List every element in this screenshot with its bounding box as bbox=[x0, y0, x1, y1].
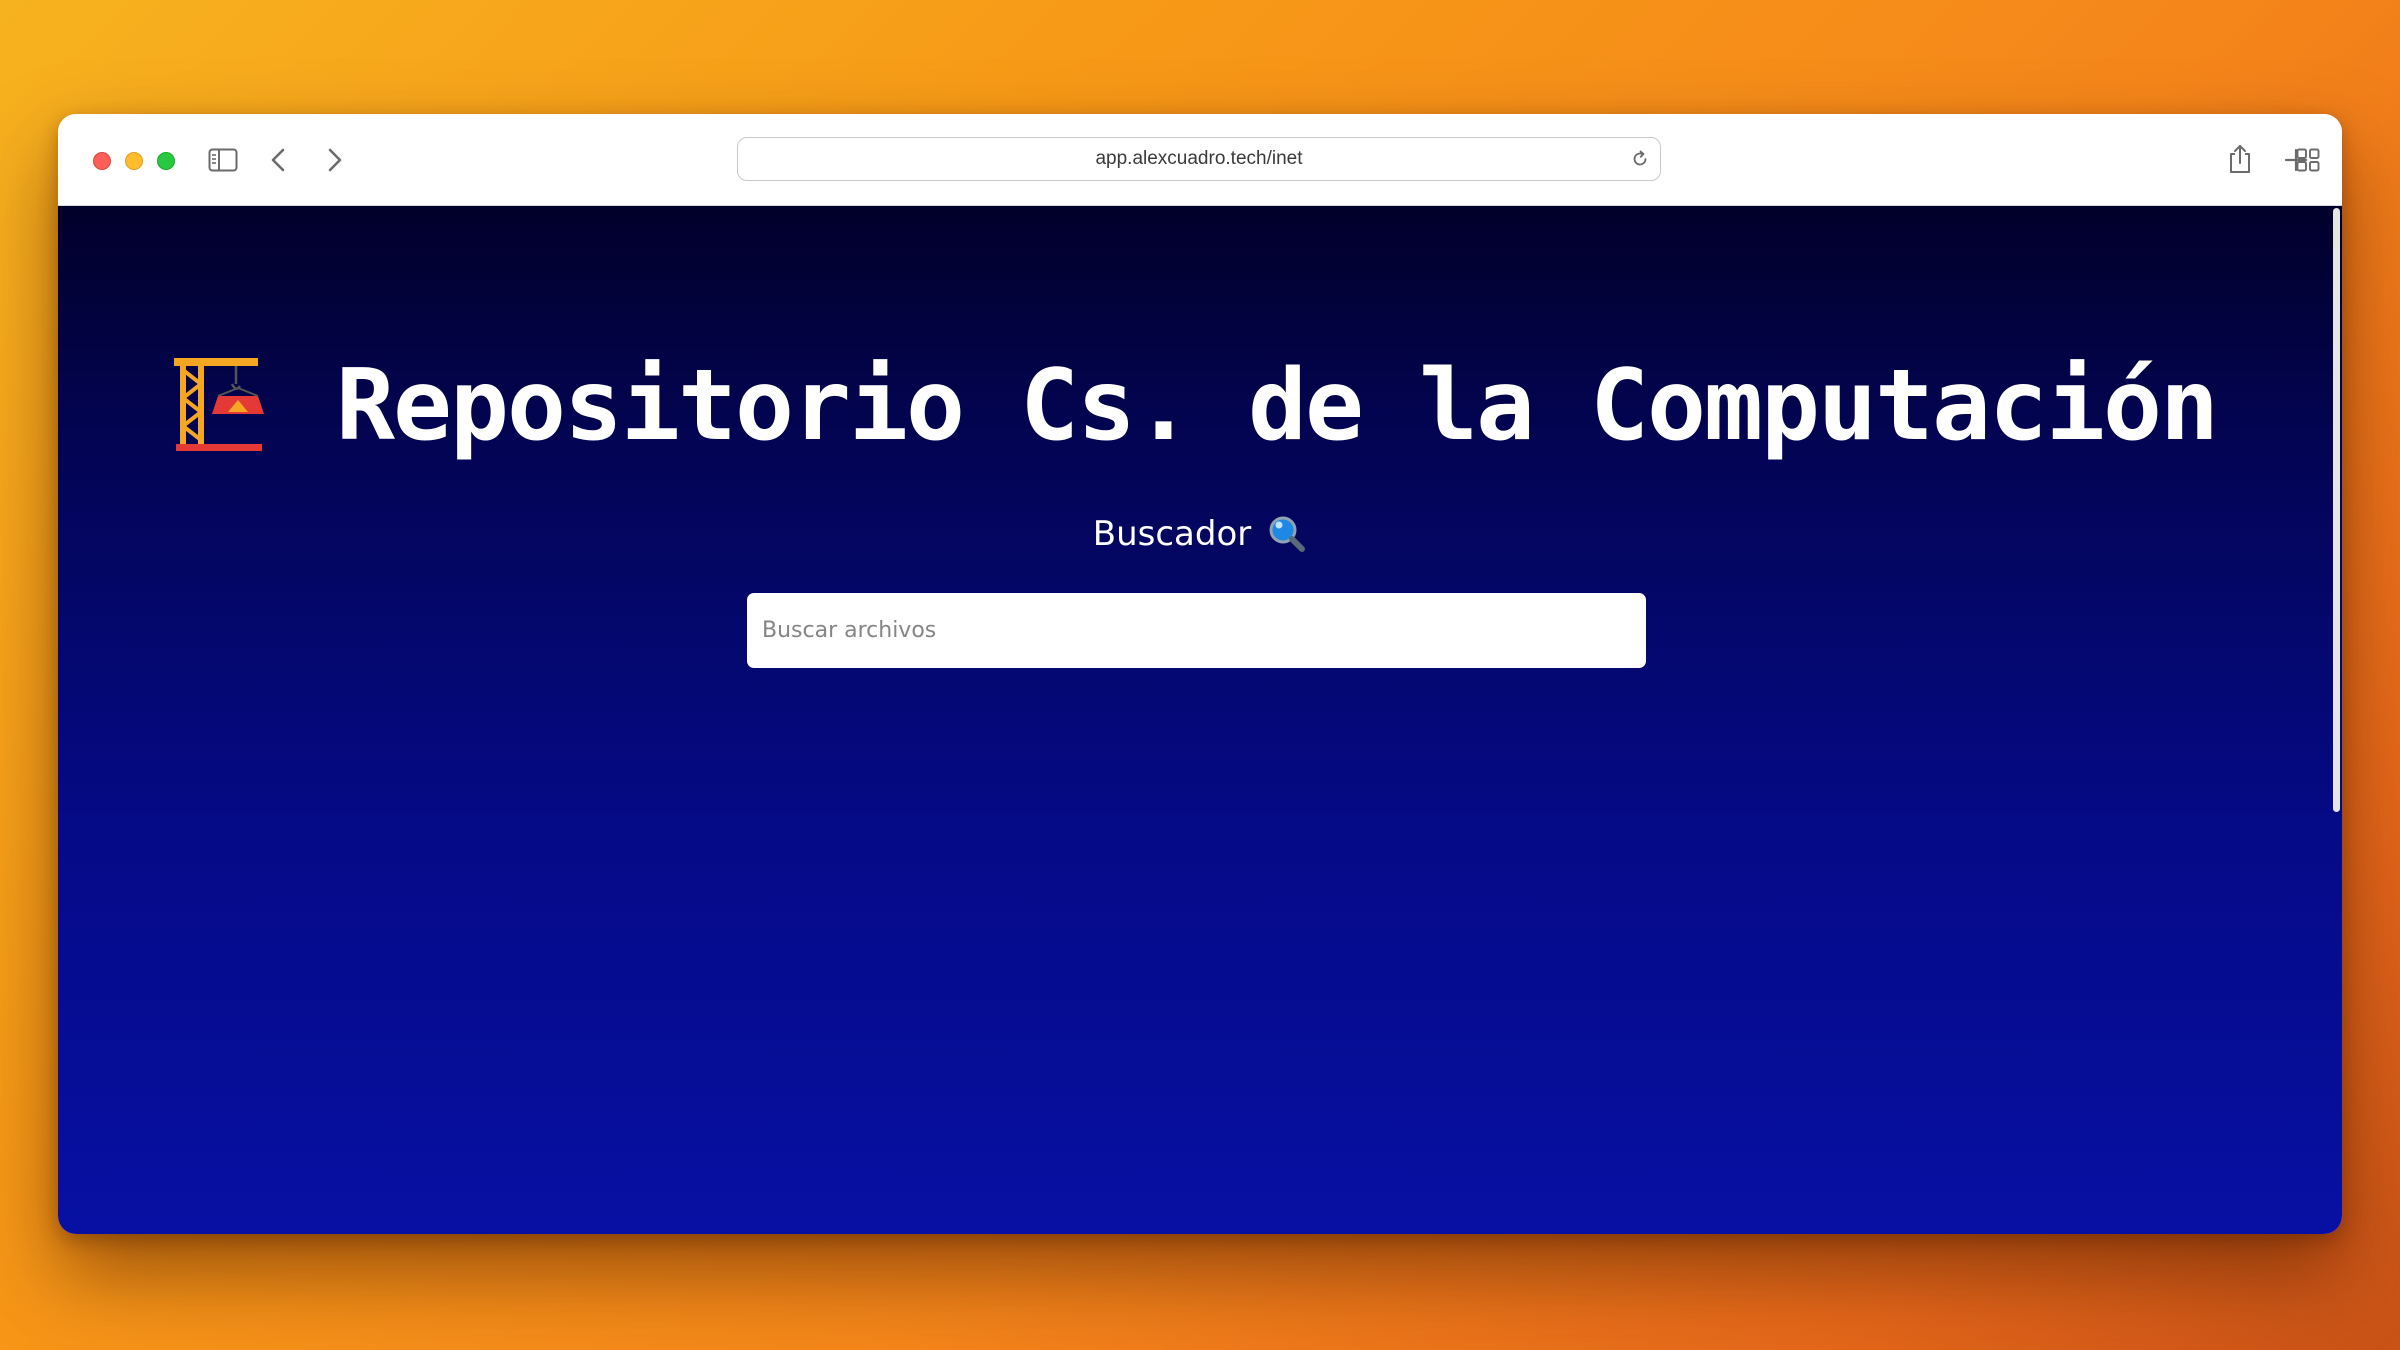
address-bar[interactable]: app.alexcuadro.tech/inet bbox=[737, 137, 1661, 181]
tab-grid-icon[interactable] bbox=[2294, 146, 2322, 174]
construction-crane-icon bbox=[174, 358, 264, 451]
browser-window: app.alexcuadro.tech/inet Repositorio Cs.… bbox=[58, 114, 2342, 1234]
sidebar-icon[interactable] bbox=[208, 146, 238, 174]
url-text: app.alexcuadro.tech/inet bbox=[1095, 148, 1303, 169]
share-icon[interactable] bbox=[2226, 142, 2254, 176]
magnifying-glass-icon bbox=[1269, 516, 1306, 552]
back-icon[interactable] bbox=[266, 146, 290, 174]
zoom-window-button[interactable] bbox=[157, 152, 175, 170]
minimize-window-button[interactable] bbox=[125, 152, 143, 170]
reload-icon[interactable] bbox=[1630, 149, 1650, 174]
page-title: Repositorio Cs. de la Computación bbox=[336, 349, 2219, 463]
search-input[interactable] bbox=[747, 593, 1646, 668]
scrollbar[interactable] bbox=[2333, 208, 2340, 812]
page-header: Repositorio Cs. de la Computación bbox=[166, 346, 2219, 466]
forward-icon[interactable] bbox=[323, 146, 347, 174]
browser-toolbar: app.alexcuadro.tech/inet bbox=[58, 114, 2342, 206]
page-content: Repositorio Cs. de la Computación Buscad… bbox=[58, 206, 2342, 1234]
search-heading: Buscador bbox=[58, 514, 2342, 554]
close-window-button[interactable] bbox=[93, 152, 111, 170]
search-heading-label: Buscador bbox=[1092, 514, 1252, 554]
